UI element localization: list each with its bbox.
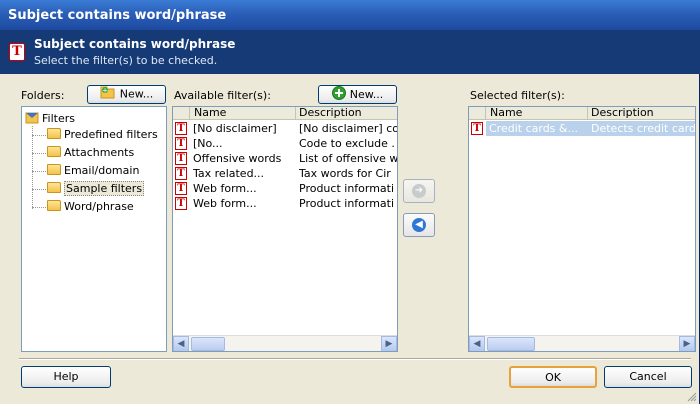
list-item[interactable]: T Web form... Product informati: [173, 181, 397, 196]
remove-filter-button[interactable]: ◀: [403, 213, 435, 237]
folders-label: Folders:: [21, 89, 65, 102]
tree-line: [32, 171, 46, 172]
folder-icon: [47, 200, 61, 211]
tree-line: [32, 126, 33, 209]
new-folder-icon: +: [100, 86, 116, 102]
name-column-header[interactable]: Name: [486, 107, 588, 120]
open-folder-icon: [47, 182, 61, 193]
text-filter-icon: T: [471, 122, 483, 135]
new-folder-button[interactable]: + New...: [87, 85, 166, 104]
ok-button[interactable]: OK: [509, 366, 597, 388]
selected-horizontal-scrollbar[interactable]: ◀ ▶: [469, 335, 695, 351]
text-filter-icon: T: [9, 43, 25, 61]
selected-list-header: Name Description: [469, 107, 695, 120]
list-item[interactable]: T Web form... Product informati: [173, 196, 397, 211]
text-filter-icon: T: [175, 167, 187, 180]
description-column-header[interactable]: Description: [588, 107, 695, 120]
list-item[interactable]: T Tax related... Tax words for Cir: [173, 166, 397, 181]
text-filter-icon: T: [175, 152, 187, 165]
window-title: Subject contains word/phrase: [8, 8, 227, 23]
scroll-right-icon[interactable]: ▶: [679, 336, 695, 351]
cancel-button[interactable]: Cancel: [604, 366, 692, 388]
name-column-header[interactable]: Name: [190, 107, 296, 120]
help-button[interactable]: Help: [21, 366, 111, 388]
tree-item-attachments[interactable]: Attachments: [47, 146, 134, 159]
text-filter-icon: T: [175, 182, 187, 195]
folder-icon: [47, 146, 61, 157]
tree-item-word-phrase[interactable]: Word/phrase: [47, 200, 134, 213]
available-filters-list[interactable]: Name Description T [No disclaimer] [No dis…: [172, 106, 398, 352]
add-circle-icon: [331, 86, 346, 103]
arrow-left-icon: ◀: [412, 218, 426, 232]
icon-column-header: [469, 107, 486, 120]
available-horizontal-scrollbar[interactable]: ◀ ▶: [173, 335, 397, 351]
text-filter-icon: T: [175, 122, 187, 135]
title-bar[interactable]: Subject contains word/phrase: [0, 0, 700, 30]
list-item[interactable]: T [No... Code to exclude .: [173, 136, 397, 151]
tree-item-sample-filters[interactable]: Sample filters: [47, 181, 145, 196]
scroll-thumb[interactable]: [487, 337, 535, 351]
scroll-right-icon[interactable]: ▶: [381, 336, 397, 351]
new-filter-button[interactable]: New...: [318, 85, 397, 104]
tree-line: [32, 207, 46, 208]
separator: [19, 358, 691, 360]
selected-filters-list[interactable]: Name Description T Credit cards &... Detec…: [468, 106, 696, 352]
tree-line: [32, 135, 46, 136]
add-filter-button[interactable]: ➜: [403, 179, 435, 203]
selected-filters-label: Selected filter(s):: [470, 89, 565, 102]
dialog-header: T Subject contains word/phrase Select th…: [0, 30, 700, 74]
arrow-right-icon: ➜: [412, 184, 426, 198]
description-column-header[interactable]: Description: [296, 107, 397, 120]
list-item[interactable]: T Credit cards &... Detects credit card: [469, 121, 695, 136]
scroll-left-icon[interactable]: ◀: [469, 336, 485, 351]
tree-item-predefined-filters[interactable]: Predefined filters: [47, 128, 158, 141]
list-item[interactable]: T Offensive words List of offensive w: [173, 151, 397, 166]
folder-icon: [47, 164, 61, 175]
icon-column-header: [173, 107, 190, 120]
text-filter-icon: T: [175, 137, 187, 150]
header-subtitle: Select the filter(s) to be checked.: [34, 54, 218, 67]
dialog-window: Subject contains word/phrase T Subject c…: [0, 0, 700, 404]
scroll-left-icon[interactable]: ◀: [173, 336, 189, 351]
text-filter-icon: T: [175, 197, 187, 210]
header-title: Subject contains word/phrase: [34, 37, 236, 51]
tree-root-filters[interactable]: Filters: [25, 111, 75, 125]
folder-icon: [47, 128, 61, 139]
folder-tree[interactable]: Filters Predefined filters Attachments E…: [21, 106, 167, 352]
resize-grip-icon[interactable]: [687, 392, 697, 402]
available-filters-label: Available filter(s):: [174, 89, 271, 102]
available-list-header: Name Description: [173, 107, 397, 120]
scroll-thumb[interactable]: [191, 337, 225, 351]
tree-line: [32, 153, 46, 154]
filters-root-icon: [25, 111, 39, 124]
list-item[interactable]: T [No disclaimer] [No disclaimer] co: [173, 121, 397, 136]
svg-text:+: +: [102, 87, 108, 95]
tree-line: [32, 189, 46, 190]
tree-item-email-domain[interactable]: Email/domain: [47, 164, 139, 177]
